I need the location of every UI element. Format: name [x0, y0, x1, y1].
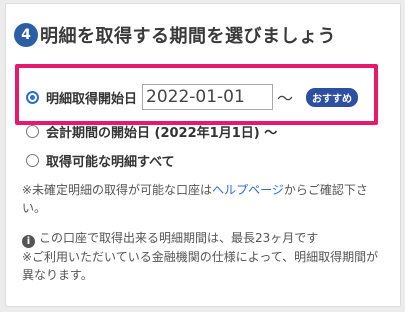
help-page-link[interactable]: ヘルプページ: [212, 183, 284, 197]
institution-note: ※ご利用いただいている金融機関の仕様によって、明細取得期間が異なります。: [22, 250, 379, 282]
start-date-radio[interactable]: [26, 90, 39, 104]
start-date-label: 明細取得開始日: [46, 91, 138, 107]
step-number-badge: 4: [14, 23, 38, 47]
option-start-date[interactable]: 明細取得開始日 ～ おすすめ: [26, 84, 359, 110]
start-date-input[interactable]: [142, 84, 274, 110]
option-fiscal-start[interactable]: 会計期間の開始日 (2022年1月1日) ～: [26, 122, 277, 141]
all-statements-label: 取得可能な明細すべて: [46, 155, 175, 170]
unconfirmed-note: ※未確定明細の取得が可能な口座はヘルプページからご確認下さい。: [22, 181, 390, 217]
period-info-note: i この口座で取得出来る明細期間は、最長23ヶ月です ※ご利用いただいている金融機…: [22, 229, 390, 284]
max-period-text: この口座で取得出来る明細期間は、最長23ヶ月です: [39, 231, 319, 245]
fiscal-start-radio[interactable]: [26, 125, 39, 138]
option-all[interactable]: 取得可能な明細すべて: [26, 151, 175, 170]
recommended-badge: おすすめ: [306, 87, 359, 107]
step-title: 明細を取得する期間を選びましょう: [40, 26, 336, 47]
info-icon: i: [22, 235, 35, 248]
fiscal-start-label: 会計期間の開始日 (2022年1月1日) ～: [46, 126, 278, 141]
unconfirmed-note-prefix: ※未確定明細の取得が可能な口座は: [22, 183, 213, 197]
all-statements-radio[interactable]: [26, 154, 39, 167]
step-heading: 4 明細を取得する期間を選びましょう: [14, 22, 336, 48]
range-tilde: ～: [277, 89, 294, 108]
